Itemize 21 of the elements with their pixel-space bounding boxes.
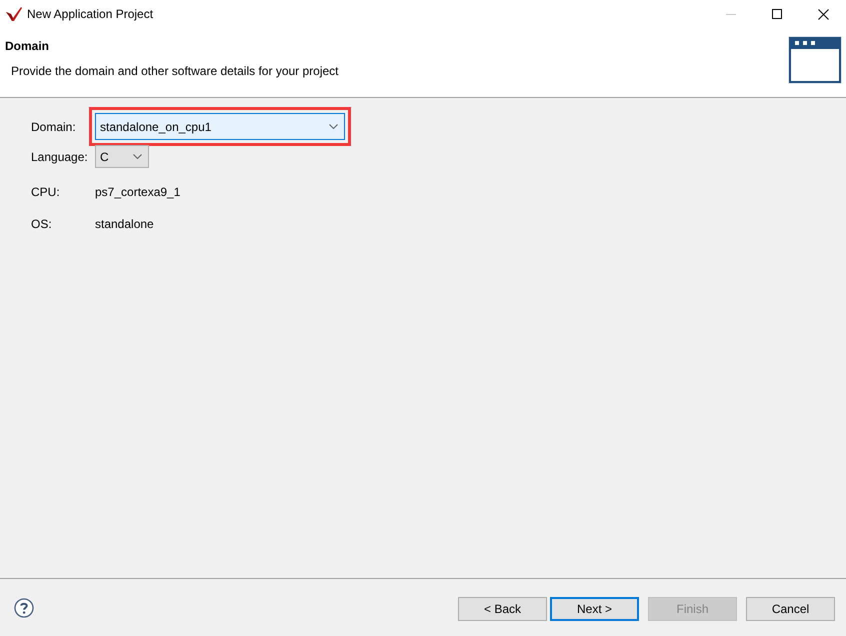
window-icon xyxy=(788,36,842,84)
page-description: Provide the domain and other software details for your project xyxy=(11,64,339,78)
page-title: Domain xyxy=(5,39,50,53)
maximize-icon xyxy=(772,9,782,19)
help-icon[interactable] xyxy=(14,598,34,618)
window-title: New Application Project xyxy=(27,7,154,21)
dialog-button[interactable]: Cancel xyxy=(746,597,835,621)
dropdown[interactable]: standalone_on_cpu1 xyxy=(95,113,345,140)
field-label: CPU: xyxy=(31,185,61,199)
field-label: Domain: xyxy=(31,120,77,134)
chevron-down-icon xyxy=(133,154,142,159)
field-value: ps7_cortexa9_1 xyxy=(95,185,180,199)
checkmark-icon xyxy=(6,7,22,21)
close-icon xyxy=(818,8,828,20)
dialog-button[interactable]: < Back xyxy=(458,597,547,621)
chevron-down-icon xyxy=(329,124,338,129)
dropdown[interactable]: C xyxy=(95,145,149,168)
dialog-button[interactable]: Next > xyxy=(550,597,639,621)
field-value: standalone xyxy=(95,217,154,231)
field-label: OS: xyxy=(31,217,53,231)
field-label: Language: xyxy=(31,150,89,164)
